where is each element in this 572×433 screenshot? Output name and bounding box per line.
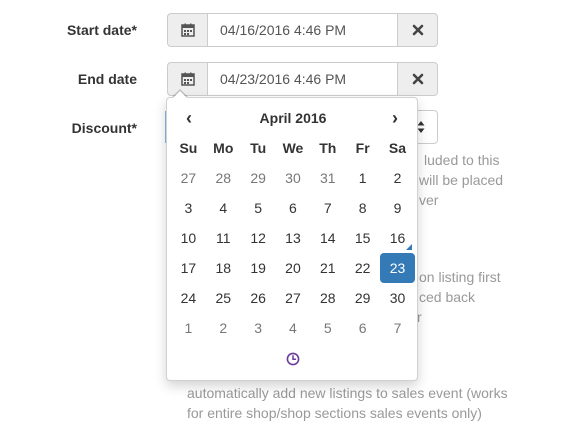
datepicker-next-button[interactable]: › [385, 108, 405, 128]
weekday-label: Mo [213, 140, 234, 156]
calendar-day[interactable]: 2 [206, 313, 241, 343]
calendar-day[interactable]: 1 [171, 313, 206, 343]
weekday-label: Tu [250, 140, 267, 156]
sort-arrows-icon [417, 121, 425, 133]
calendar-day[interactable]: 3 [171, 193, 206, 223]
calendar-week-row: 10 11 12 13 14 15 16 [171, 223, 415, 253]
calendar-week-row: 3 4 5 6 7 8 9 [171, 193, 415, 223]
end-date-label: End date [77, 71, 137, 87]
calendar-day[interactable]: 2 [380, 163, 415, 193]
calendar-week-row: 1 2 3 4 5 6 7 [171, 313, 415, 343]
calendar-day[interactable]: 18 [206, 253, 241, 283]
calendar-day[interactable]: 21 [310, 253, 345, 283]
calendar-icon [180, 72, 195, 86]
calendar-day[interactable]: 29 [345, 283, 380, 313]
calendar-day[interactable]: 27 [276, 283, 311, 313]
calendar-day[interactable]: 5 [310, 313, 345, 343]
calendar-day-today[interactable]: 16 [380, 223, 415, 253]
end-date-clear-button[interactable] [398, 62, 438, 96]
calendar-week-row: 27 28 29 30 31 1 2 [171, 163, 415, 193]
datepicker-popup: ‹ April 2016 › Su Mo Tu We Th Fr Sa 27 2… [166, 97, 418, 381]
calendar-day[interactable]: 15 [345, 223, 380, 253]
calendar-day[interactable]: 26 [241, 283, 276, 313]
times-icon [412, 24, 423, 36]
datepicker-caret-inner [173, 91, 187, 98]
start-date-calendar-button[interactable] [167, 13, 207, 47]
calendar-icon [180, 23, 195, 37]
calendar-day[interactable]: 4 [276, 313, 311, 343]
datepicker-prev-button[interactable]: ‹ [179, 108, 199, 128]
calendar-day[interactable]: 4 [206, 193, 241, 223]
calendar-day[interactable]: 7 [380, 313, 415, 343]
calendar-day[interactable]: 30 [380, 283, 415, 313]
end-date-input[interactable]: 04/23/2016 4:46 PM [207, 62, 398, 96]
start-date-group: 04/16/2016 4:46 PM [167, 13, 438, 47]
datepicker-month-title[interactable]: April 2016 [227, 108, 359, 128]
calendar-day[interactable]: 6 [345, 313, 380, 343]
weekday-label: Sa [388, 140, 407, 156]
datepicker-time-toggle[interactable] [282, 348, 304, 370]
weekday-label: Th [319, 140, 337, 156]
help-text-line: on listing first [419, 269, 501, 285]
times-icon [412, 73, 423, 85]
calendar-week-row: 24 25 26 27 28 29 30 [171, 283, 415, 313]
calendar-day[interactable]: 9 [380, 193, 415, 223]
start-date-clear-button[interactable] [398, 13, 438, 47]
calendar-day[interactable]: 30 [276, 163, 311, 193]
calendar-day[interactable]: 27 [171, 163, 206, 193]
help-text-line: automatically add new listings to sales … [187, 385, 508, 401]
help-text-line: ced back [419, 289, 476, 305]
help-text-line: luded to this [424, 152, 500, 168]
calendar-day[interactable]: 24 [171, 283, 206, 313]
clock-icon [286, 352, 300, 366]
calendar-day[interactable]: 31 [310, 163, 345, 193]
start-date-input[interactable]: 04/16/2016 4:46 PM [207, 13, 398, 47]
calendar-day[interactable]: 20 [276, 253, 311, 283]
calendar-week-row: 17 18 19 20 21 22 23 [171, 253, 415, 283]
help-text-line: for entire shop/shop sections sales even… [187, 405, 482, 421]
calendar-day-selected[interactable]: 23 [380, 253, 415, 283]
calendar-day[interactable]: 13 [276, 223, 311, 253]
calendar-day[interactable]: 19 [241, 253, 276, 283]
weekday-label: Su [179, 140, 198, 156]
calendar-day[interactable]: 11 [206, 223, 241, 253]
start-date-label: Start date* [66, 22, 137, 38]
calendar-day[interactable]: 25 [206, 283, 241, 313]
help-text-line: ver [419, 192, 439, 208]
calendar-day[interactable]: 28 [206, 163, 241, 193]
calendar-day[interactable]: 17 [171, 253, 206, 283]
calendar-day[interactable]: 3 [241, 313, 276, 343]
calendar-day[interactable]: 12 [241, 223, 276, 253]
calendar-day[interactable]: 28 [310, 283, 345, 313]
weekday-header-row: Su Mo Tu We Th Fr Sa [171, 133, 415, 163]
calendar-day[interactable]: 7 [310, 193, 345, 223]
discount-label: Discount* [71, 120, 137, 136]
calendar-day[interactable]: 14 [310, 223, 345, 253]
calendar-day[interactable]: 1 [345, 163, 380, 193]
help-text-line: will be placed [419, 172, 504, 188]
calendar-day[interactable]: 8 [345, 193, 380, 223]
weekday-label: We [282, 140, 304, 156]
weekday-label: Fr [355, 140, 370, 156]
calendar-day[interactable]: 6 [276, 193, 311, 223]
end-date-group: 04/23/2016 4:46 PM [167, 62, 438, 96]
calendar-day[interactable]: 5 [241, 193, 276, 223]
calendar-day[interactable]: 29 [241, 163, 276, 193]
calendar-day[interactable]: 10 [171, 223, 206, 253]
calendar-day[interactable]: 22 [345, 253, 380, 283]
